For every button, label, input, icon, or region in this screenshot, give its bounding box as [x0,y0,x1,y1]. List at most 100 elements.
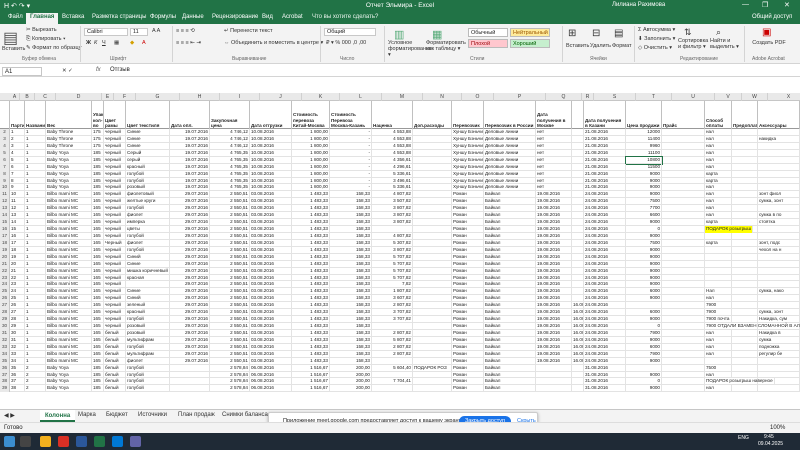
table-cell[interactable]: 17 [10,239,25,247]
table-cell[interactable]: 2 550,51 [210,212,250,220]
table-cell[interactable]: - [330,142,372,150]
table-cell[interactable]: нал [705,295,732,303]
table-cell[interactable]: Байкал [484,198,536,206]
table-cell[interactable] [732,260,758,268]
table-cell[interactable]: 26 [10,302,25,310]
table-cell[interactable]: 29.07.2016 [170,281,210,289]
table-cell[interactable]: 1 483,33 [292,350,330,358]
table-cell[interactable]: 24.08.2016 [584,323,626,330]
table-cell[interactable] [413,336,452,344]
table-cell[interactable] [626,364,662,372]
table-cell[interactable]: 175 [92,135,104,143]
table-cell[interactable]: 29.07.2016 [170,336,210,344]
table-cell[interactable] [662,219,705,226]
table-cell[interactable]: Bilbo mami MC [46,295,92,303]
row-number[interactable]: 12 [0,198,10,206]
table-cell[interactable]: - [330,163,372,171]
table-cell[interactable]: черный [104,212,126,220]
column-header-I[interactable]: I [220,93,260,101]
table-cell[interactable]: 1 516,67 [292,364,330,372]
table-cell[interactable]: 4 765,35 [210,170,250,178]
column-header-W[interactable]: W [742,93,768,101]
table-cell[interactable]: Bilbo mami MC [46,232,92,240]
table-cell[interactable]: 29.07.2016 [170,198,210,206]
table-cell[interactable]: 10.08.2016 [250,149,292,157]
table-cell[interactable]: 200,00 [330,364,372,372]
table-cell[interactable]: белый [104,378,126,386]
table-cell[interactable]: 3 507,82 [372,198,413,206]
table-cell[interactable]: 1 483,33 [292,239,330,247]
table-cell[interactable]: Байкал [484,302,536,310]
tab-acrobat[interactable]: Acrobat [282,14,303,20]
table-cell[interactable]: 19.08.2016 [536,267,572,275]
table-cell[interactable]: 4 296,61 [372,163,413,171]
table-cell[interactable] [662,253,705,261]
table-cell[interactable]: 1 [25,309,46,317]
table-cell[interactable]: черный [104,135,126,143]
table-cell[interactable]: 9000 [626,219,662,226]
table-cell[interactable]: 165 [92,350,104,358]
table-cell[interactable]: 19.08.2016 [536,226,572,233]
row-number[interactable]: 31 [0,329,10,337]
table-cell[interactable]: 29.07.2016 [170,253,210,261]
table-cell[interactable] [758,281,800,289]
table-cell[interactable]: 29.07.2016 [170,191,210,199]
header-cell[interactable]: Дата отгрузки [250,101,292,129]
table-cell[interactable]: 24.08.2016 [584,253,626,261]
table-cell[interactable] [732,267,758,275]
table-cell[interactable]: голубой [126,343,170,351]
table-cell[interactable] [662,198,705,206]
table-cell[interactable]: 185 [92,156,104,164]
table-cell[interactable]: 5 336,61 [372,184,413,192]
table-cell[interactable]: черный [104,295,126,303]
table-cell[interactable]: 7900 [705,302,732,310]
table-cell[interactable]: 1 516,67 [292,371,330,379]
table-cell[interactable]: 06.08.2016 [250,371,292,379]
table-cell[interactable] [758,129,800,136]
table-cell[interactable]: 5 707,82 [372,253,413,261]
table-cell[interactable]: Роман [452,378,484,386]
table-cell[interactable] [662,371,705,379]
table-cell[interactable]: 158,33 [330,274,372,282]
row-number[interactable]: 6 [0,156,10,164]
table-cell[interactable] [732,316,758,324]
table-cell[interactable] [732,288,758,296]
table-cell[interactable]: 36 [10,371,25,379]
table-cell[interactable] [662,281,705,289]
table-cell[interactable] [572,198,584,206]
table-cell[interactable]: Роман [452,260,484,268]
table-cell[interactable]: 10.08.2016 [250,142,292,150]
table-cell[interactable]: 19.08.2016 [536,350,572,358]
table-cell[interactable]: имперка [126,219,170,226]
table-cell[interactable] [732,302,758,310]
table-cell[interactable]: Байкал [484,232,536,240]
table-cell[interactable]: нал [705,385,732,393]
table-cell[interactable]: Деловые линии [484,177,536,185]
table-cell[interactable] [705,357,732,365]
table-cell[interactable]: 19.08.2016 [536,288,572,296]
table-cell[interactable]: 9000 [626,232,662,240]
table-cell[interactable]: голубой [126,232,170,240]
table-cell[interactable]: Bilbo mami MC [46,323,92,330]
table-cell[interactable] [758,170,800,178]
table-cell[interactable]: 37 [10,378,25,386]
table-cell[interactable]: 24.08.2016 [584,281,626,289]
table-cell[interactable]: 1 [25,226,46,233]
table-cell[interactable]: подножка [758,343,800,351]
table-cell[interactable]: Байкал [484,288,536,296]
table-cell[interactable]: Bilbo mami MC [46,246,92,254]
table-cell[interactable]: 1 [25,253,46,261]
table-cell[interactable] [572,267,584,275]
table-cell[interactable]: нет [536,177,572,185]
table-cell[interactable]: Baby Yoya [46,184,92,192]
table-cell[interactable]: Роман [452,267,484,275]
table-cell[interactable]: 3 807,82 [372,219,413,226]
row-number[interactable]: 21 [0,260,10,268]
table-cell[interactable]: 1 [25,232,46,240]
table-cell[interactable]: 29.07.2016 [170,232,210,240]
table-cell[interactable]: 8 [10,177,25,185]
table-cell[interactable] [662,378,705,386]
table-cell[interactable]: голубой [126,364,170,372]
tab-home[interactable]: Главная [26,13,59,24]
table-cell[interactable] [572,246,584,254]
